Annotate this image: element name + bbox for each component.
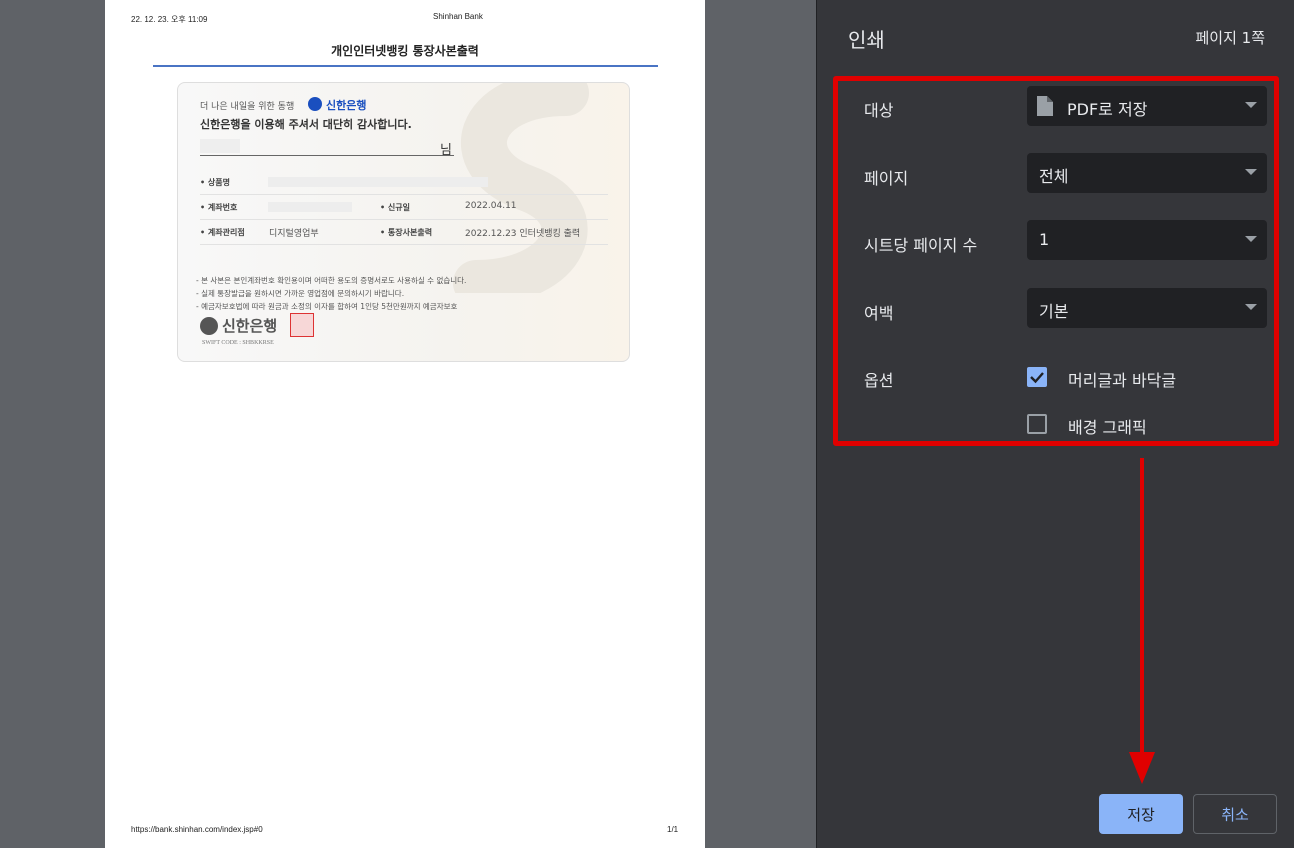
destination-select[interactable]: PDF로 저장 bbox=[1027, 86, 1267, 126]
bank-logo-text: 신한은행 bbox=[222, 317, 278, 335]
checkbox-empty-icon[interactable] bbox=[1027, 414, 1047, 434]
pages-per-sheet-value: 1 bbox=[1039, 230, 1050, 249]
pages-value: 전체 bbox=[1039, 167, 1069, 186]
options-label: 옵션 bbox=[864, 371, 894, 390]
margins-label: 여백 bbox=[864, 304, 894, 323]
page-header-site: Shinhan Bank bbox=[433, 12, 483, 21]
dropdown-caret-icon bbox=[1245, 236, 1257, 242]
destination-value: PDF로 저장 bbox=[1067, 100, 1148, 119]
pages-label: 페이지 bbox=[864, 169, 909, 188]
highlight-box: 대상 PDF로 저장 페이지 전체 시트당 페이지 수 1 여백 기본 옵션 머… bbox=[833, 76, 1279, 446]
shinhan-logo-icon bbox=[308, 97, 322, 111]
background-graphics-label: 배경 그래픽 bbox=[1068, 418, 1147, 437]
branch-label: • 계좌관리점 bbox=[200, 228, 245, 237]
branch-value: 디지털영업부 bbox=[269, 229, 319, 239]
shinhan-watermark-icon bbox=[453, 83, 589, 293]
account-copy-card: 더 나은 내일을 위한 동행 신한은행 신한은행을 이용해 주셔서 대단히 감사… bbox=[177, 82, 630, 362]
margins-value: 기본 bbox=[1039, 302, 1069, 321]
headers-footers-label: 머리글과 바닥글 bbox=[1068, 371, 1177, 390]
account-label: • 계좌번호 bbox=[200, 203, 238, 212]
greeting-prefix: 더 나은 내일을 위한 동행 bbox=[200, 102, 295, 112]
page-footer-number: 1/1 bbox=[667, 825, 679, 834]
row-divider bbox=[200, 219, 608, 220]
name-suffix: 님 bbox=[440, 143, 452, 158]
checkbox-checked-icon[interactable] bbox=[1027, 367, 1047, 387]
notice-line-1: - 본 사본은 본인계좌번호 확인용이며 어떠한 용도의 증명서로도 사용하실 … bbox=[196, 276, 467, 285]
name-underline bbox=[200, 155, 454, 156]
pages-per-sheet-label: 시트당 페이지 수 bbox=[864, 236, 978, 255]
destination-label: 대상 bbox=[864, 101, 894, 120]
bank-seal-icon bbox=[290, 313, 314, 337]
printed-label: • 통장사본출력 bbox=[380, 228, 433, 237]
row-divider bbox=[200, 194, 608, 195]
pages-select[interactable]: 전체 bbox=[1027, 153, 1267, 193]
dialog-title: 인쇄 bbox=[848, 28, 885, 52]
print-preview-area: 22. 12. 23. 오후 11:09 Shinhan Bank 개인인터넷뱅… bbox=[0, 0, 816, 848]
red-arrow-annotation bbox=[1129, 458, 1155, 784]
cancel-button[interactable]: 취소 bbox=[1193, 794, 1277, 834]
opened-value: 2022.04.11 bbox=[465, 201, 517, 211]
shinhan-logo-icon bbox=[200, 317, 218, 335]
swift-code: SWIFT CODE : SHBKKRSE bbox=[202, 340, 274, 346]
dropdown-caret-icon bbox=[1245, 169, 1257, 175]
notice-line-3: - 예금자보호법에 따라 원금과 소정의 이자를 합하여 1인당 5천만원까지 … bbox=[196, 302, 458, 311]
preview-page: 22. 12. 23. 오후 11:09 Shinhan Bank 개인인터넷뱅… bbox=[105, 0, 705, 848]
printed-value: 2022.12.23 인터넷뱅킹 출력 bbox=[465, 229, 581, 239]
notice-line-2: - 실제 통장발급을 원하시면 가까운 영업점에 문의하시기 바랍니다. bbox=[196, 289, 405, 298]
dropdown-caret-icon bbox=[1245, 102, 1257, 108]
account-value-redacted bbox=[268, 202, 352, 212]
dropdown-caret-icon bbox=[1245, 304, 1257, 310]
row-divider bbox=[200, 244, 608, 245]
page-header-date: 22. 12. 23. 오후 11:09 bbox=[131, 15, 208, 24]
save-button[interactable]: 저장 bbox=[1099, 794, 1183, 834]
opened-label: • 신규일 bbox=[380, 203, 410, 212]
margins-select[interactable]: 기본 bbox=[1027, 288, 1267, 328]
print-settings-panel: 인쇄 페이지 1쪽 대상 PDF로 저장 페이지 전체 시트당 페이지 수 1 … bbox=[816, 0, 1294, 848]
page-footer-url: https://bank.shinhan.com/index.jsp#0 bbox=[131, 825, 263, 834]
greeting-message: 신한은행을 이용해 주셔서 대단히 감사합니다. bbox=[200, 118, 412, 131]
customer-name-redacted bbox=[200, 139, 240, 153]
page-count: 페이지 1쪽 bbox=[1195, 29, 1265, 47]
title-divider bbox=[153, 65, 658, 67]
pages-per-sheet-select[interactable]: 1 bbox=[1027, 220, 1267, 260]
file-icon bbox=[1037, 96, 1053, 116]
product-value-redacted bbox=[268, 177, 488, 187]
product-label: • 상품명 bbox=[200, 178, 230, 187]
document-title: 개인인터넷뱅킹 통장사본출력 bbox=[331, 44, 479, 58]
greeting-brand: 신한은행 bbox=[326, 99, 367, 112]
